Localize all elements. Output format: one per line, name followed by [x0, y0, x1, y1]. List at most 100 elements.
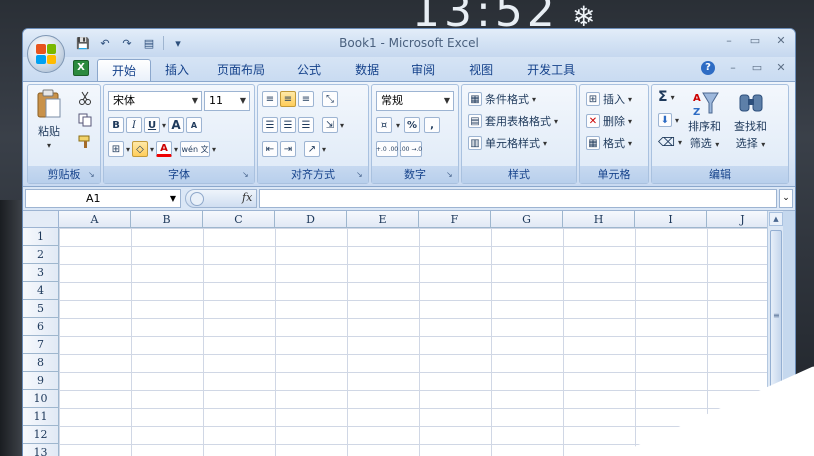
- row-header[interactable]: 6: [23, 318, 59, 336]
- scroll-up-icon[interactable]: ▲: [769, 212, 783, 226]
- row-header[interactable]: 10: [23, 390, 59, 408]
- maximize-icon[interactable]: ▭: [749, 35, 761, 47]
- decrease-decimal-button[interactable]: .00 →.0: [400, 141, 422, 157]
- phonetic-dropdown-icon[interactable]: ▾: [212, 145, 216, 154]
- copy-button[interactable]: [78, 113, 92, 127]
- formula-circle-icon[interactable]: [190, 192, 204, 206]
- tab-insert[interactable]: 插入: [151, 59, 203, 81]
- row-header[interactable]: 8: [23, 354, 59, 372]
- fill-color-icon[interactable]: ◇: [132, 141, 149, 157]
- autosum-button[interactable]: Σ ▾: [658, 89, 675, 105]
- column-header[interactable]: I: [635, 211, 707, 228]
- chevron-down-icon[interactable]: ▼: [170, 190, 176, 207]
- align-middle-icon[interactable]: ≡: [280, 91, 296, 107]
- dialog-launcher-icon[interactable]: ↘: [356, 170, 366, 180]
- row-header[interactable]: 11: [23, 408, 59, 426]
- percent-button[interactable]: %: [404, 117, 421, 133]
- decrease-indent-icon[interactable]: ⇤: [262, 141, 278, 157]
- column-header[interactable]: E: [347, 211, 419, 228]
- close-icon[interactable]: ✕: [775, 35, 787, 47]
- formula-input[interactable]: [259, 189, 777, 208]
- tab-review[interactable]: 审阅: [395, 59, 451, 81]
- orientation-icon[interactable]: ⤡: [322, 91, 338, 107]
- excel-icon[interactable]: X: [73, 60, 89, 76]
- tab-formulas[interactable]: 公式: [279, 59, 339, 81]
- tab-data[interactable]: 数据: [339, 59, 395, 81]
- insert-cells-button[interactable]: ⊞ 插入 ▾: [586, 91, 632, 107]
- select-all-corner[interactable]: [23, 211, 59, 228]
- row-header[interactable]: 13: [23, 444, 59, 456]
- text-direction-icon[interactable]: ↗: [304, 141, 320, 157]
- cut-button[interactable]: [78, 91, 92, 105]
- increase-indent-icon[interactable]: ⇥: [280, 141, 296, 157]
- align-left-icon[interactable]: ☰: [262, 117, 278, 133]
- comma-button[interactable]: ,: [424, 117, 441, 133]
- row-header[interactable]: 2: [23, 246, 59, 264]
- doc-restore-icon[interactable]: ▭: [751, 62, 763, 74]
- phonetic-button[interactable]: wén 文: [180, 141, 211, 157]
- align-bottom-icon[interactable]: ≡: [298, 91, 314, 107]
- wrap-text-icon[interactable]: ⇲: [322, 117, 338, 133]
- row-header[interactable]: 12: [23, 426, 59, 444]
- italic-button[interactable]: I: [126, 117, 142, 133]
- minimize-icon[interactable]: –: [723, 35, 735, 47]
- font-color-button[interactable]: A: [156, 141, 173, 157]
- number-format-combo[interactable]: 常规 ▼: [376, 91, 454, 111]
- align-center-icon[interactable]: ☰: [280, 117, 296, 133]
- find-select-button[interactable]: 查找和 选择 ▾: [734, 89, 767, 151]
- grow-font-button[interactable]: A: [168, 117, 185, 133]
- row-header[interactable]: 1: [23, 228, 59, 246]
- underline-dropdown-icon[interactable]: ▾: [162, 121, 166, 130]
- bold-button[interactable]: B: [108, 117, 124, 133]
- format-painter-button[interactable]: [78, 135, 92, 149]
- column-header[interactable]: C: [203, 211, 275, 228]
- column-header[interactable]: G: [491, 211, 563, 228]
- increase-decimal-button[interactable]: +.0 .00: [376, 141, 398, 157]
- dialog-launcher-icon[interactable]: ↘: [242, 170, 252, 180]
- paste-button[interactable]: 粘贴 ▾: [34, 89, 64, 150]
- row-header[interactable]: 9: [23, 372, 59, 390]
- row-header[interactable]: 4: [23, 282, 59, 300]
- fill-dropdown-icon[interactable]: ▾: [150, 145, 154, 154]
- underline-button[interactable]: U: [144, 117, 160, 133]
- column-header[interactable]: F: [419, 211, 491, 228]
- format-cells-button[interactable]: ▦ 格式 ▾: [586, 135, 632, 151]
- tab-view[interactable]: 视图: [451, 59, 511, 81]
- row-header[interactable]: 5: [23, 300, 59, 318]
- currency-icon[interactable]: ¤: [376, 117, 392, 133]
- borders-icon[interactable]: ⊞: [108, 141, 124, 157]
- font-size-combo[interactable]: 11 ▼: [204, 91, 250, 111]
- align-top-icon[interactable]: ≡: [262, 91, 278, 107]
- help-icon[interactable]: ?: [701, 61, 715, 75]
- doc-minimize-icon[interactable]: –: [727, 62, 739, 74]
- dialog-launcher-icon[interactable]: ↘: [446, 170, 456, 180]
- dialog-launcher-icon[interactable]: ↘: [88, 170, 98, 180]
- conditional-format-button[interactable]: ▦ 条件格式 ▾: [468, 91, 536, 107]
- clear-button[interactable]: ⌫ ▾: [658, 135, 682, 149]
- tab-home[interactable]: 开始: [97, 59, 152, 81]
- office-button[interactable]: [27, 35, 65, 73]
- paste-dropdown-icon[interactable]: ▾: [47, 141, 51, 150]
- column-header[interactable]: H: [563, 211, 635, 228]
- fill-button[interactable]: ⬇ ▾: [658, 113, 679, 127]
- shrink-font-button[interactable]: A: [186, 117, 203, 133]
- insert-function-button[interactable]: fx: [242, 191, 252, 204]
- cell-grid[interactable]: [59, 228, 779, 456]
- cell-styles-button[interactable]: ▥ 单元格样式 ▾: [468, 135, 547, 151]
- merge-dropdown-icon[interactable]: ▾: [340, 121, 344, 130]
- font-color-dropdown-icon[interactable]: ▾: [174, 145, 178, 154]
- expand-formula-bar-icon[interactable]: ⌄: [779, 189, 793, 208]
- sort-filter-button[interactable]: A Z 排序和 筛选 ▾: [688, 89, 721, 151]
- row-header[interactable]: 3: [23, 264, 59, 282]
- column-header[interactable]: B: [131, 211, 203, 228]
- column-header[interactable]: A: [59, 211, 131, 228]
- font-name-combo[interactable]: 宋体 ▼: [108, 91, 202, 111]
- align-right-icon[interactable]: ☰: [298, 117, 314, 133]
- format-as-table-button[interactable]: ▤ 套用表格格式 ▾: [468, 113, 558, 129]
- column-header[interactable]: D: [275, 211, 347, 228]
- tab-developer[interactable]: 开发工具: [511, 59, 591, 81]
- delete-cells-button[interactable]: ✕ 删除 ▾: [586, 113, 632, 129]
- doc-close-icon[interactable]: ✕: [775, 62, 787, 74]
- text-direction-dropdown-icon[interactable]: ▾: [322, 145, 326, 154]
- name-box[interactable]: A1 ▼: [25, 189, 181, 208]
